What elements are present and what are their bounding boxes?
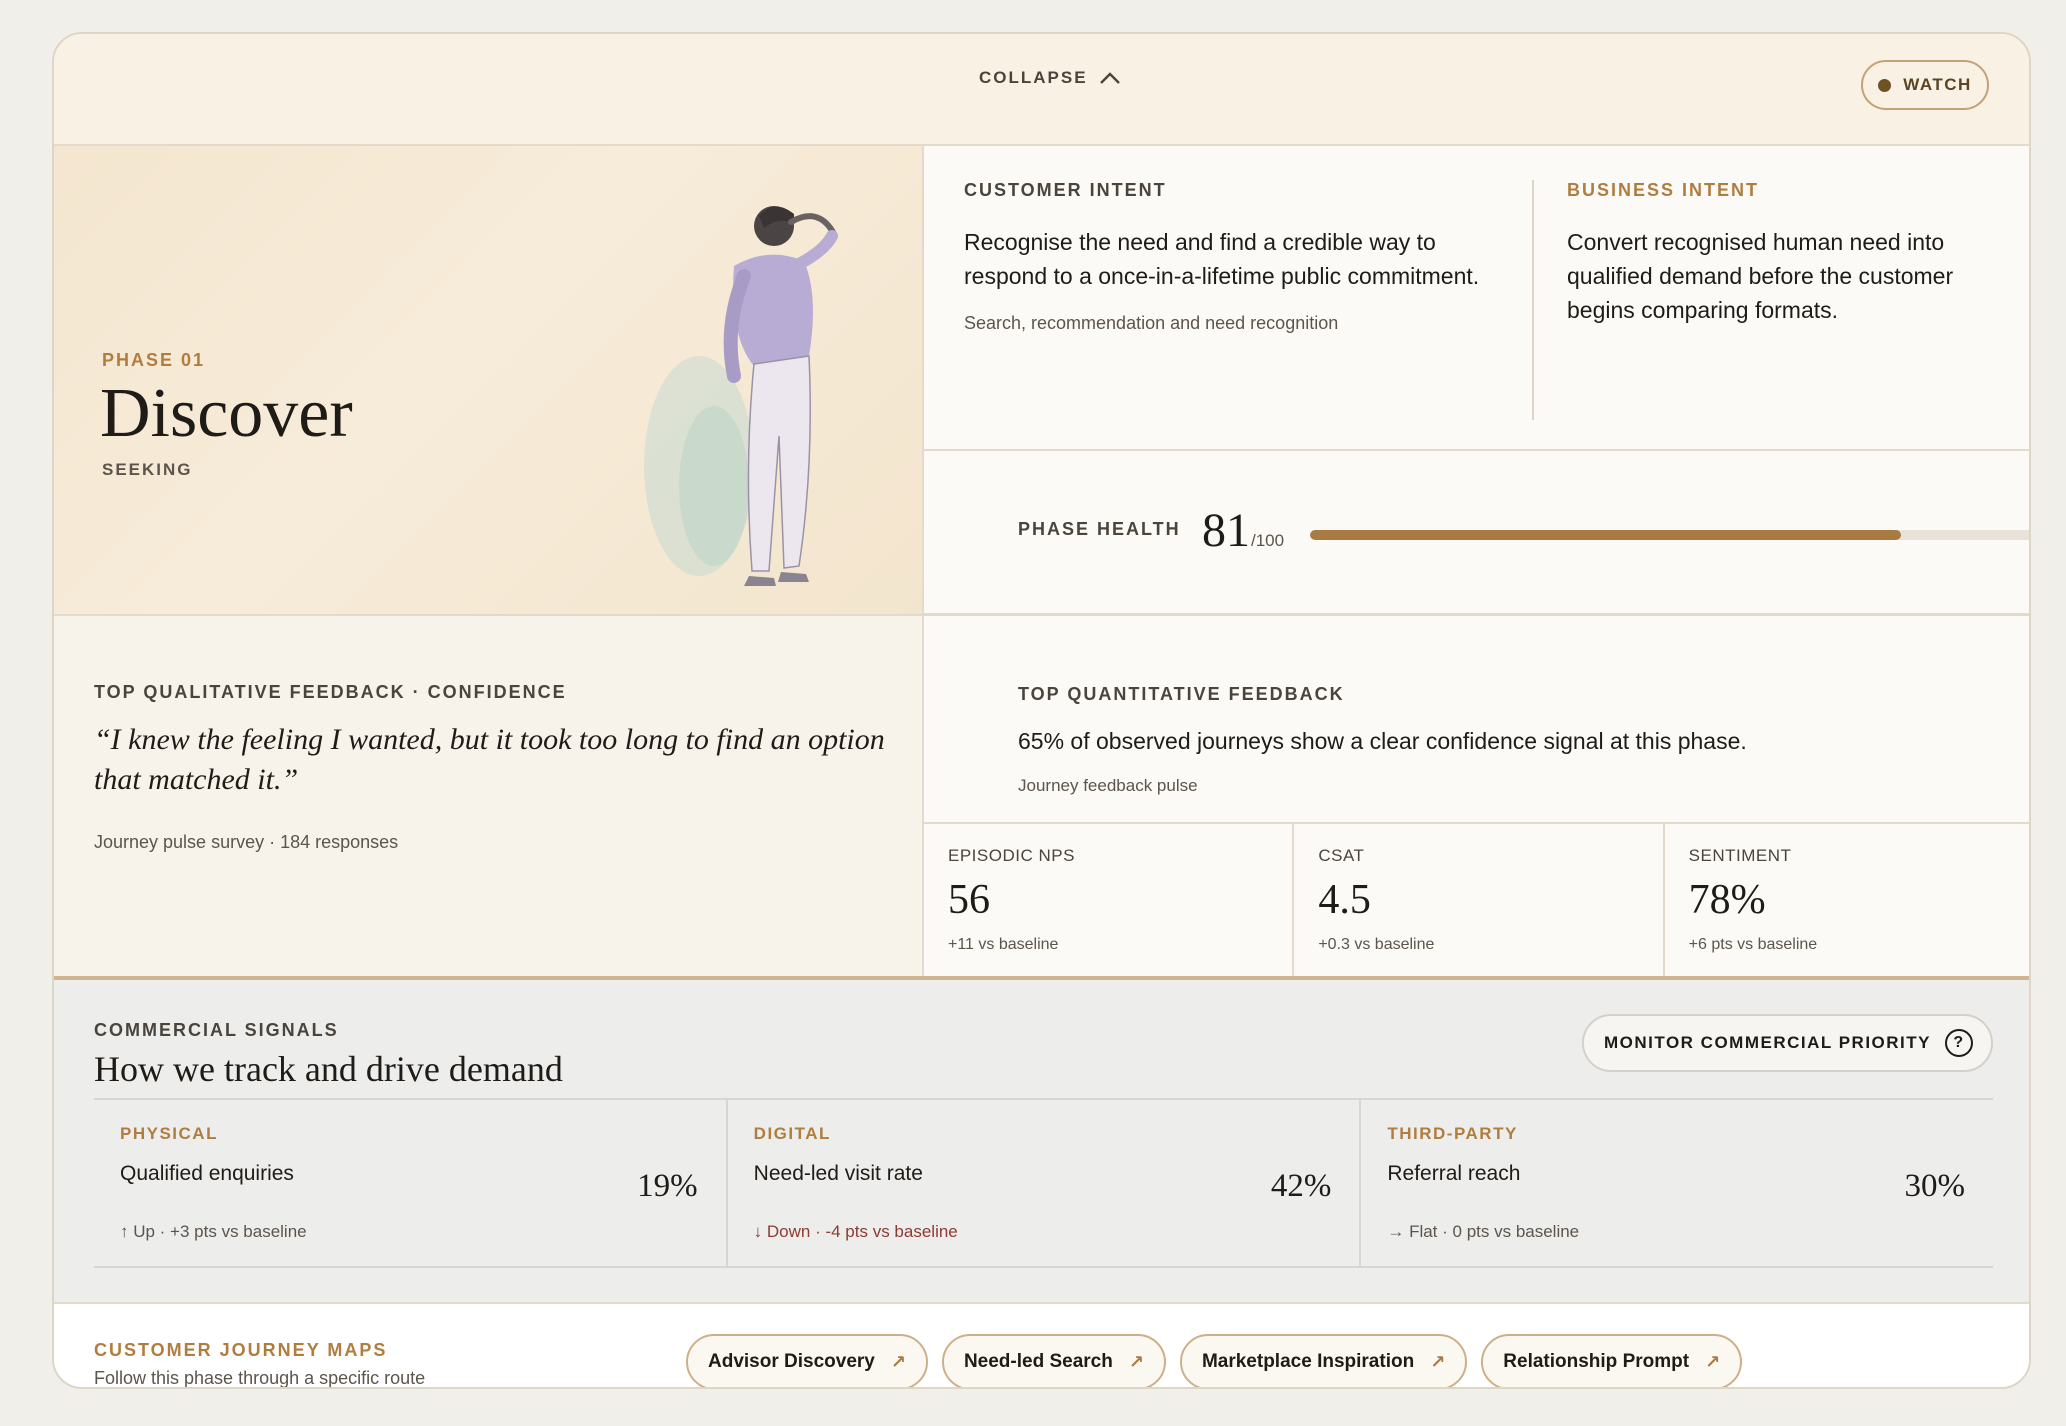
external-arrow-icon: ↗ [1128,1351,1144,1372]
metric-delta: +11 vs baseline [948,936,1059,953]
phase-health-score: 81 [1202,504,1250,557]
route-need-led-search-button[interactable]: Need-led Search ↗ [941,1334,1166,1387]
commercial-heading: COMMERCIAL SIGNALS [94,1020,339,1040]
seeking-figure-illustration [644,206,838,586]
watch-dot-icon [1878,78,1892,92]
channel-metric-name: Qualified enquiries [120,1162,294,1185]
customer-journey-maps: CUSTOMER JOURNEY MAPS Follow this phase … [54,1304,2029,1388]
channel-third-party: THIRD-PARTY Referral reach 30% → Flat · … [1361,1100,1993,1266]
metric-delta: +0.3 vs baseline [1318,936,1435,953]
route-label: Advisor Discovery [708,1351,875,1372]
channel-trend: → Flat · 0 pts vs baseline [1387,1222,1580,1241]
channel-physical: PHYSICAL Qualified enquiries 19% ↑ Up · … [94,1100,728,1266]
monitor-label: MONITOR COMMERCIAL PRIORITY [1604,1033,1931,1052]
route-marketplace-inspiration-button[interactable]: Marketplace Inspiration ↗ [1179,1334,1468,1387]
route-advisor-discovery-button[interactable]: Advisor Discovery ↗ [686,1334,928,1387]
channel-label: THIRD-PARTY [1387,1124,1518,1143]
quantitative-meta: Journey feedback pulse [1018,776,1198,795]
journey-route-buttons: Advisor Discovery ↗ Need-led Search ↗ Ma… [686,1334,1743,1387]
watch-label: WATCH [1903,75,1972,94]
channel-row: PHYSICAL Qualified enquiries 19% ↑ Up · … [94,1098,1993,1268]
phase-number: PHASE 01 [102,350,206,370]
metric-value: 78% [1688,877,1766,923]
phase-card: COLLAPSE WATCH PHASE 01 Discover SEEKING [52,32,2031,1389]
channel-value: 30% [1904,1168,1966,1204]
route-label: Marketplace Inspiration [1201,1351,1415,1372]
metric-label: EPISODIC NPS [948,846,1075,865]
card-topbar: COLLAPSE WATCH [54,34,2029,146]
metric-value: 4.5 [1318,877,1371,923]
channel-metric-name: Referral reach [1387,1162,1521,1185]
help-icon[interactable]: ? [1945,1029,1973,1057]
channel-trend: ↓ Down · -4 pts vs baseline [753,1222,958,1241]
phase-health-bar [1310,530,2029,540]
quantitative-heading: TOP QUANTITATIVE FEEDBACK [1018,684,1345,704]
customer-intent-note: Search, recommendation and need recognit… [964,313,1339,333]
qualitative-heading: TOP QUALITATIVE FEEDBACK · CONFIDENCE [94,682,567,702]
route-label: Relationship Prompt [1503,1351,1690,1372]
phase-title: Discover [100,375,353,452]
channel-metric-name: Need-led visit rate [753,1162,923,1185]
intent-panel: CUSTOMER INTENT Recognise the need and f… [924,146,2029,451]
quantitative-feedback: TOP QUANTITATIVE FEEDBACK 65% of observe… [924,616,2029,976]
channel-value: 42% [1270,1168,1332,1204]
phase-health-fill [1310,530,1902,540]
customer-intent-body: Recognise the need and find a credible w… [964,229,1480,289]
phase-health-max: /100 [1251,531,1285,550]
route-label: Need-led Search [963,1351,1113,1372]
customer-intent-heading: CUSTOMER INTENT [964,180,1167,200]
metric-label: SENTIMENT [1688,846,1792,865]
qualitative-quote: “I knew the feeling I wanted, but it too… [94,723,885,796]
phase-hero: PHASE 01 Discover SEEKING [54,146,924,616]
quantitative-body: 65% of observed journeys show a clear co… [1018,728,1747,754]
metric-nps: EPISODIC NPS 56 +11 vs baseline [924,824,1295,976]
metric-row: EPISODIC NPS 56 +11 vs baseline CSAT 4.5… [924,822,2029,976]
metric-csat: CSAT 4.5 +0.3 vs baseline [1294,824,1665,976]
monitor-commercial-priority-button[interactable]: MONITOR COMMERCIAL PRIORITY ? [1582,1014,1993,1072]
channel-label: PHYSICAL [120,1124,218,1143]
channel-digital: DIGITAL Need-led visit rate 42% ↓ Down ·… [728,1100,1362,1266]
channel-label: DIGITAL [753,1124,831,1143]
business-intent-body: Convert recognised human need into quali… [1567,229,1954,323]
external-arrow-icon: ↗ [1430,1351,1446,1372]
phase-health: PHASE HEALTH 81 /100 [924,451,2029,616]
collapse-label: COLLAPSE [979,68,1088,87]
channel-trend: ↑ Up · +3 pts vs baseline [120,1222,307,1241]
qualitative-feedback: TOP QUALITATIVE FEEDBACK · CONFIDENCE “I… [54,616,924,976]
metric-value: 56 [948,877,990,923]
chevron-up-icon [1099,72,1120,84]
commercial-title: How we track and drive demand [94,1049,563,1089]
collapse-button[interactable]: COLLAPSE [979,68,1122,88]
external-arrow-icon: ↗ [890,1351,906,1372]
metric-sentiment: SENTIMENT 78% +6 pts vs baseline [1665,824,2029,976]
business-intent: BUSINESS INTENT Convert recognised human… [1567,180,2007,327]
external-arrow-icon: ↗ [1705,1351,1721,1372]
watch-button[interactable]: WATCH [1861,60,1989,110]
intent-divider [1532,180,1534,420]
business-intent-heading: BUSINESS INTENT [1567,180,1760,200]
journey-maps-heading: CUSTOMER JOURNEY MAPS [94,1340,388,1360]
channel-value: 19% [637,1168,698,1204]
journey-maps-subtitle: Follow this phase through a specific rou… [94,1368,426,1388]
qualitative-meta: Journey pulse survey · 184 responses [94,832,399,852]
metric-delta: +6 pts vs baseline [1688,936,1818,953]
route-relationship-prompt-button[interactable]: Relationship Prompt ↗ [1481,1334,1743,1387]
commercial-signals: COMMERCIAL SIGNALS How we track and driv… [54,976,2029,1304]
phase-health-label: PHASE HEALTH [1018,519,1181,539]
phase-subtitle: SEEKING [102,460,193,479]
customer-intent: CUSTOMER INTENT Recognise the need and f… [964,180,1504,334]
metric-label: CSAT [1318,846,1365,865]
